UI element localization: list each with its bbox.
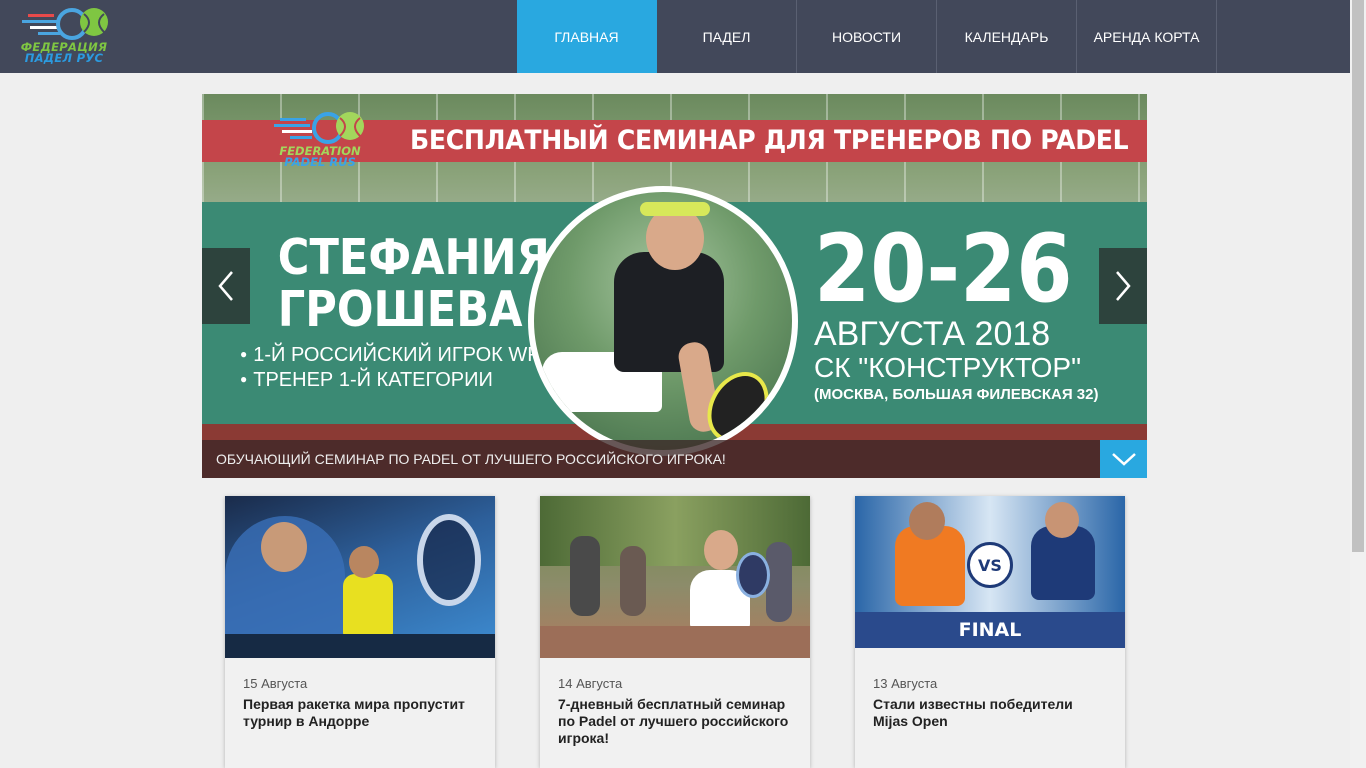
slide-address: (МОСКВА, БОЛЬШАЯ ФИЛЕВСКАЯ 32): [814, 386, 1099, 403]
slide-logo-text: FEDERATION PADEL RUS: [260, 145, 380, 169]
crowd-person: [766, 542, 792, 622]
hero-slider: БЕСПЛАТНЫЙ СЕМИНАР ДЛЯ ТРЕНЕРОВ ПО PADEL…: [202, 94, 1147, 478]
player-head: [1045, 502, 1079, 538]
logo-text-line2: ПАДЕЛ РУС: [24, 51, 104, 65]
padel-racket-icon: [417, 514, 481, 606]
slider-prev-button[interactable]: [202, 248, 250, 324]
site-header: ФЕДЕРАЦИЯ ПАДЕЛ РУС ГЛАВНАЯ ПАДЕЛ НОВОСТ…: [0, 0, 1350, 73]
crowd-person: [620, 546, 646, 616]
slide-player-photo: [528, 186, 798, 456]
slide-logo-line2: PADEL RUS: [284, 155, 356, 169]
chevron-right-icon: [1116, 271, 1131, 301]
player-head: [261, 522, 307, 572]
slider-next-button[interactable]: [1099, 248, 1147, 324]
slide-bullet-1: 1-Й РОССИЙСКИЙ ИГРОК WPT: [240, 342, 553, 367]
news-card[interactable]: 14 Августа 7-дневный бесплатный семинар …: [540, 496, 810, 768]
final-label: FINAL: [958, 619, 1022, 641]
slide-bullets: 1-Й РОССИЙСКИЙ ИГРОК WPT ТРЕНЕР 1-Й КАТЕ…: [240, 342, 553, 392]
nav-item-calendar[interactable]: КАЛЕНДАРЬ: [937, 0, 1077, 73]
slide-logo-ball-icon: [274, 112, 364, 144]
player-visor: [640, 202, 710, 216]
slide-month: АВГУСТА 2018: [814, 315, 1051, 353]
vs-badge: VS: [967, 542, 1013, 588]
crowd-person: [570, 536, 600, 616]
player-head: [909, 502, 945, 540]
chevron-left-icon: [218, 271, 233, 301]
player-head: [349, 546, 379, 578]
slide-logo: FEDERATION PADEL RUS: [260, 110, 380, 172]
site-logo[interactable]: ФЕДЕРАЦИЯ ПАДЕЛ РУС: [8, 6, 120, 68]
nav-item-home[interactable]: ГЛАВНАЯ: [517, 0, 657, 73]
coach-first-name: СТЕФАНИЯ: [277, 229, 550, 286]
slide-caption-toggle-button[interactable]: [1100, 440, 1147, 478]
slide-caption[interactable]: ОБУЧАЮЩИЙ СЕМИНАР ПО PADEL ОТ ЛУЧШЕГО РО…: [216, 440, 726, 478]
scrollbar-thumb[interactable]: [1352, 0, 1364, 552]
news-title[interactable]: Первая ракетка мира пропустит турнир в А…: [243, 696, 479, 730]
news-card[interactable]: 15 Августа Первая ракетка мира пропустит…: [225, 496, 495, 768]
coach-last-name: ГРОШЕВА: [277, 281, 523, 338]
player-head: [704, 530, 738, 570]
logo-text: ФЕДЕРАЦИЯ ПАДЕЛ РУС: [8, 41, 120, 65]
news-card-image[interactable]: [225, 496, 495, 658]
slide-bullet-2: ТРЕНЕР 1-Й КАТЕГОРИИ: [240, 367, 553, 392]
news-date: 13 Августа: [873, 676, 938, 691]
page-scrollbar[interactable]: [1350, 0, 1366, 768]
ground: [540, 626, 810, 658]
slide-dates: 20-26: [814, 215, 1073, 324]
news-title[interactable]: Стали известны победители Mijas Open: [873, 696, 1109, 730]
chevron-down-icon: [1111, 453, 1136, 466]
logo-ball-icon: [22, 8, 108, 40]
padel-racket-icon: [736, 552, 770, 598]
slide-banner-title: БЕСПЛАТНЫЙ СЕМИНАР ДЛЯ ТРЕНЕРОВ ПО PADEL: [410, 125, 1129, 156]
nav-item-news[interactable]: НОВОСТИ: [797, 0, 937, 73]
slide-coach-name: СТЕФАНИЯ ГРОШЕВА: [277, 229, 550, 338]
news-title[interactable]: 7-дневный бесплатный семинар по Padel от…: [558, 696, 794, 747]
news-card-image[interactable]: [540, 496, 810, 658]
nav-item-court-rental[interactable]: АРЕНДА КОРТА: [1077, 0, 1217, 73]
news-date: 15 Августа: [243, 676, 308, 691]
news-date: 14 Августа: [558, 676, 623, 691]
news-card-image[interactable]: VS FINAL: [855, 496, 1125, 648]
main-nav: ГЛАВНАЯ ПАДЕЛ НОВОСТИ КАЛЕНДАРЬ АРЕНДА К…: [517, 0, 1217, 73]
court-edge: [225, 634, 495, 658]
slide-venue: СК "КОНСТРУКТОР": [814, 352, 1082, 383]
news-card[interactable]: VS FINAL 13 Августа Стали известны побед…: [855, 496, 1125, 768]
nav-item-padel[interactable]: ПАДЕЛ: [657, 0, 797, 73]
slide-caption-bar: ОБУЧАЮЩИЙ СЕМИНАР ПО PADEL ОТ ЛУЧШЕГО РО…: [202, 440, 1100, 478]
